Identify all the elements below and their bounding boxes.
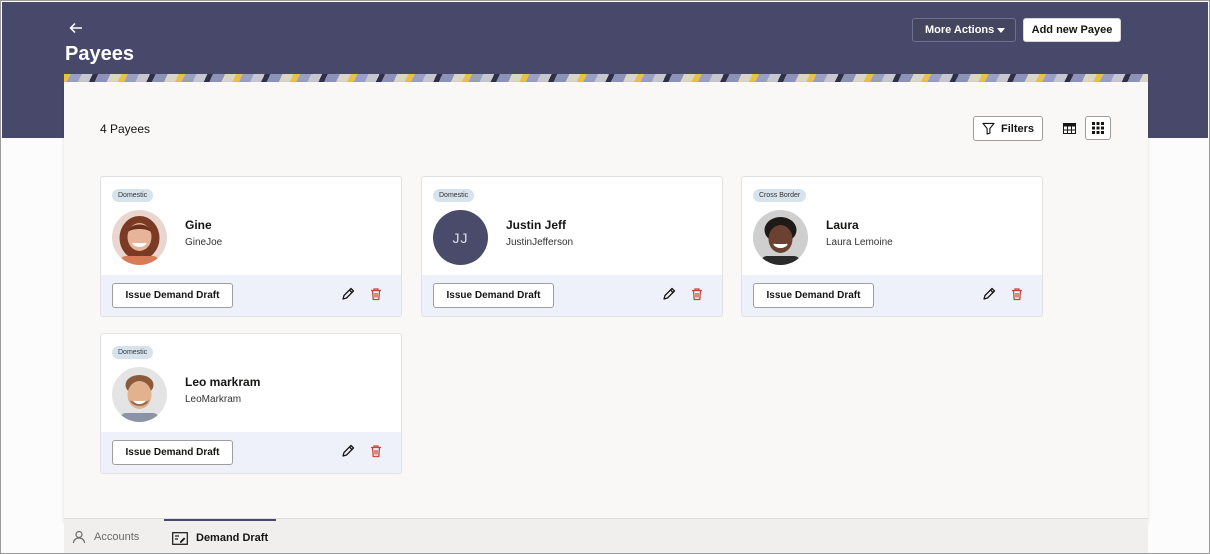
avatar [112, 367, 167, 422]
payee-name: Leo markram [185, 375, 261, 389]
card-view-toggle[interactable] [1085, 116, 1111, 140]
payee-card-justin-jeff[interactable]: Domestic JJ Justin Jeff JustinJefferson … [421, 176, 723, 317]
page-title: Payees [65, 43, 134, 65]
issue-demand-draft-button[interactable]: Issue Demand Draft [433, 283, 554, 308]
filters-button[interactable]: Filters [973, 116, 1043, 141]
user-icon [72, 530, 86, 544]
edit-pencil-icon[interactable] [341, 287, 357, 303]
grid-view-icon [1092, 122, 1104, 134]
issue-demand-draft-button[interactable]: Issue Demand Draft [753, 283, 874, 308]
payee-type-badge: Domestic [112, 189, 154, 202]
issue-demand-draft-button[interactable]: Issue Demand Draft [112, 440, 233, 465]
payee-nickname: LeoMarkram [185, 394, 242, 405]
tab-accounts-label: Accounts [94, 531, 140, 543]
more-actions-button[interactable]: More Actions [912, 18, 1016, 42]
filter-icon [982, 122, 995, 135]
more-actions-label: More Actions [925, 24, 995, 36]
app-frame: Payees More Actions Add new Payee 4 Paye… [0, 0, 1210, 554]
payee-count: 4 Payees [100, 122, 151, 136]
card-footer: Issue Demand Draft [742, 275, 1042, 316]
filters-label: Filters [1001, 122, 1035, 135]
payee-name: Justin Jeff [506, 218, 567, 232]
delete-trash-icon[interactable] [690, 287, 706, 303]
add-new-payee-button[interactable]: Add new Payee [1023, 18, 1121, 42]
payees-panel: 4 Payees Filters Domestic Gine GineJoe I… [64, 82, 1148, 522]
edit-pencil-icon[interactable] [662, 287, 678, 303]
delete-trash-icon[interactable] [369, 444, 385, 460]
caret-down-icon [997, 28, 1005, 33]
bottom-navigation: Accounts Demand Draft [64, 518, 1148, 553]
payee-name: Gine [185, 218, 212, 232]
table-view-icon [1062, 122, 1076, 134]
back-arrow-icon[interactable] [68, 20, 88, 40]
card-footer: Issue Demand Draft [422, 275, 722, 316]
issue-demand-draft-button[interactable]: Issue Demand Draft [112, 283, 233, 308]
tab-demand-draft-label: Demand Draft [196, 532, 269, 544]
edit-pencil-icon[interactable] [341, 444, 357, 460]
demand-draft-icon [172, 531, 188, 545]
avatar [753, 210, 808, 265]
delete-trash-icon[interactable] [1010, 287, 1026, 303]
avatar [112, 210, 167, 265]
payee-name: Laura [826, 218, 859, 232]
payee-type-badge: Domestic [112, 346, 154, 359]
table-view-toggle[interactable] [1057, 116, 1081, 140]
tab-demand-draft[interactable]: Demand Draft [164, 519, 277, 553]
payee-nickname: JustinJefferson [506, 237, 574, 248]
payee-nickname: GineJoe [185, 237, 223, 248]
card-footer: Issue Demand Draft [101, 432, 401, 473]
edit-pencil-icon[interactable] [982, 287, 998, 303]
tab-accounts[interactable]: Accounts [64, 519, 147, 553]
card-footer: Issue Demand Draft [101, 275, 401, 316]
payee-card-laura[interactable]: Cross Border Laura Laura Lemoine Issue D… [741, 176, 1043, 317]
payee-type-badge: Domestic [433, 189, 475, 202]
payee-card-gine[interactable]: Domestic Gine GineJoe Issue Demand Draft [100, 176, 402, 317]
avatar-initials: JJ [433, 210, 488, 265]
payee-nickname: Laura Lemoine [826, 237, 893, 248]
payee-type-badge: Cross Border [753, 189, 807, 202]
payee-card-leo-markram[interactable]: Domestic Leo markram LeoMarkram Issue De… [100, 333, 402, 474]
delete-trash-icon[interactable] [369, 287, 385, 303]
